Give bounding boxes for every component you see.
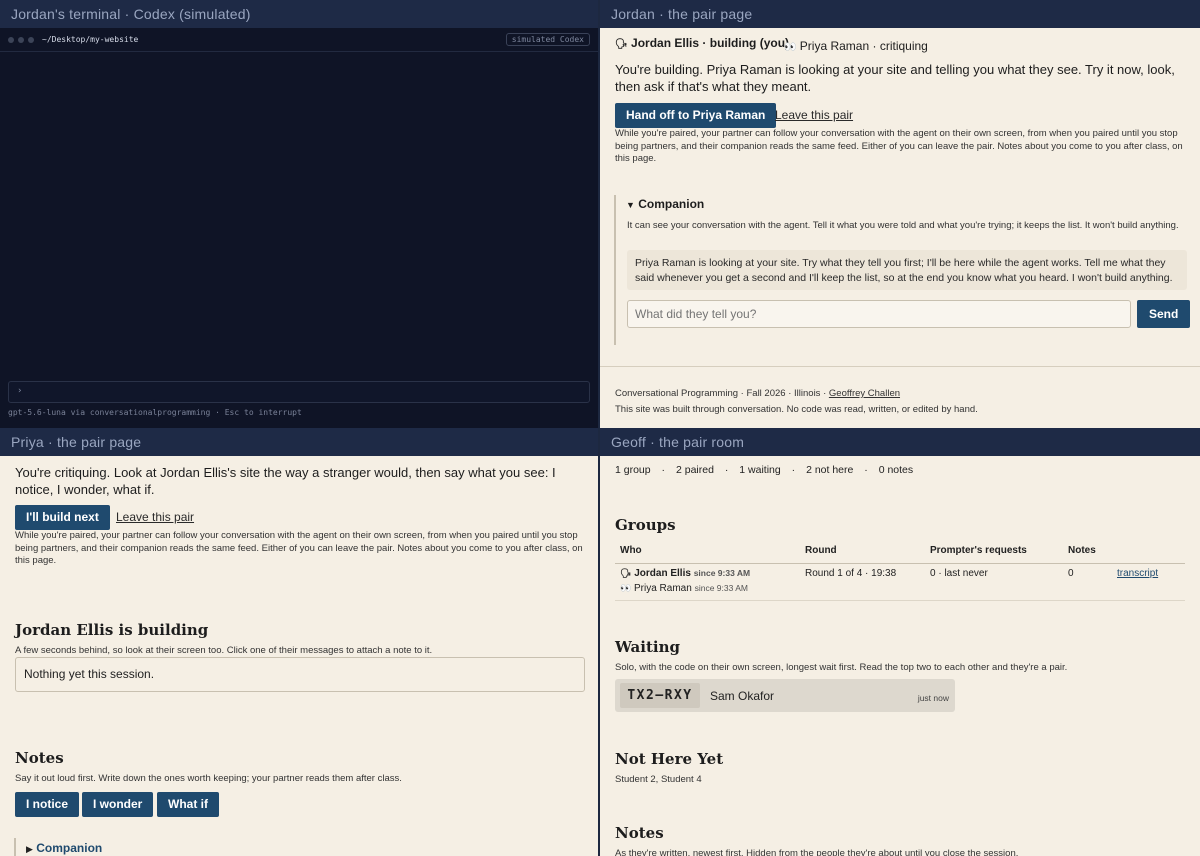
room-stats: 1 group · 2 paired · 1 waiting · 2 not h…: [615, 464, 914, 476]
stat-not-here: 2 not here: [806, 464, 854, 476]
window-dot-icon: [8, 36, 14, 43]
notes-desc: Say it out loud first. Write down the on…: [15, 773, 402, 784]
waiting-desc: Solo, with the code on their own screen,…: [615, 662, 1068, 673]
notes-cell: 0: [1068, 568, 1074, 579]
intro-text: You're building. Priya Raman is looking …: [615, 62, 1175, 94]
pair-note: While you're paired, your partner can fo…: [615, 128, 1183, 164]
waiting-heading: Waiting: [615, 638, 680, 656]
i-notice-button[interactable]: I notice: [15, 792, 80, 817]
transcript-link[interactable]: transcript: [1117, 568, 1158, 579]
companion-panel: ▼ Companion It can see your conversation…: [614, 195, 1191, 345]
groups-heading: Groups: [615, 516, 676, 534]
col-round: Round: [805, 545, 837, 556]
building-heading: Jordan Ellis is building: [15, 621, 209, 639]
geoff-pane: Geoff · the pair room 1 group · 2 paired…: [600, 428, 1200, 856]
companion-toggle[interactable]: ▶ Companion: [26, 841, 102, 855]
triangle-down-icon: ▼: [626, 200, 635, 210]
companion-desc: It can see your conversation with the ag…: [627, 220, 1179, 231]
col-notes: Notes: [1068, 545, 1096, 556]
not-here-heading: Not Here Yet: [615, 750, 724, 768]
col-requests: Prompter's requests: [930, 545, 1027, 556]
not-here-list: Student 2, Student 4: [615, 774, 702, 785]
companion-rule: [14, 838, 16, 856]
eyes-icon: 👀: [620, 583, 632, 593]
leave-pair-link[interactable]: Leave this pair: [116, 510, 194, 524]
companion-input[interactable]: [627, 300, 1131, 328]
round-cell: Round 1 of 4 · 19:38: [805, 568, 897, 579]
geoff-pane-title: Geoff · the pair room: [600, 428, 1200, 456]
simulated-badge: simulated Codex: [505, 33, 590, 46]
jordan-pane-title: Jordan · the pair page: [600, 0, 1200, 28]
leave-pair-link[interactable]: Leave this pair: [775, 108, 853, 122]
companion-message: Priya Raman is looking at your site. Try…: [627, 250, 1187, 290]
window-dot-icon: [28, 36, 34, 43]
partner-role: 👀 Priya Raman · critiquing: [784, 39, 928, 53]
waiting-time: just now: [917, 693, 949, 703]
building-desc: A few seconds behind, so look at their s…: [15, 645, 433, 656]
terminal-status: gpt-5.6-luna via conversationalprogrammi…: [8, 408, 302, 417]
waiting-card[interactable]: TX2–RXY Sam Okafor just now: [615, 679, 955, 712]
footer-divider: [600, 366, 1200, 367]
stat-paired: 2 paired: [675, 464, 714, 476]
window-dot-icon: [18, 36, 24, 43]
partner-feed[interactable]: Nothing yet this session.: [15, 657, 585, 692]
stat-notes: 0 notes: [878, 464, 914, 476]
terminal-pane-title: Jordan's terminal · Codex (simulated): [0, 0, 598, 28]
handoff-button[interactable]: Hand off to Priya Raman: [615, 103, 777, 128]
terminal-pane: Jordan's terminal · Codex (simulated) ~/…: [0, 0, 598, 428]
terminal-toolbar: ~/Desktop/my-website simulated Codex: [0, 28, 598, 52]
self-role: 🗣 Jordan Ellis · building (you): [615, 36, 790, 50]
footer-credits: Conversational Programming · Fall 2026 ·…: [615, 388, 901, 399]
member-name: Priya Raman: [634, 583, 692, 594]
priya-pane-title: Priya · the pair page: [0, 428, 598, 456]
notes-heading: Notes: [15, 749, 64, 767]
speaking-head-icon: 🗣: [620, 568, 632, 578]
send-button[interactable]: Send: [1137, 300, 1191, 328]
col-who: Who: [620, 545, 642, 556]
speaking-head-icon: 🗣: [615, 39, 628, 50]
intro-text: You're critiquing. Look at Jordan Ellis'…: [15, 465, 556, 497]
stat-waiting: 1 waiting: [739, 464, 781, 476]
jordan-pane: Jordan · the pair page 🗣 Jordan Ellis · …: [600, 0, 1200, 428]
author-link[interactable]: Geoffrey Challen: [829, 388, 900, 399]
terminal-path: ~/Desktop/my-website: [42, 35, 139, 44]
footer-note: This site was built through conversation…: [615, 404, 978, 415]
companion-toggle[interactable]: ▼ Companion: [626, 197, 704, 211]
prompt-icon: ›: [17, 386, 23, 396]
notes-desc: As they're written, newest first. Hidden…: [615, 848, 1019, 856]
what-if-button[interactable]: What if: [157, 792, 219, 817]
stat-groups: 1 group: [615, 464, 651, 476]
requests-cell: 0 · last never: [930, 568, 988, 579]
i-wonder-button[interactable]: I wonder: [82, 792, 154, 817]
priya-pane: Priya · the pair page You're critiquing.…: [0, 428, 598, 856]
notes-heading: Notes: [615, 824, 664, 842]
waiting-student: Sam Okafor: [710, 689, 775, 703]
pair-code: TX2–RXY: [620, 683, 700, 708]
eyes-icon: 👀: [784, 42, 797, 53]
member-name: Jordan Ellis: [634, 568, 691, 579]
pair-note: While you're paired, your partner can fo…: [15, 530, 583, 566]
terminal-input[interactable]: ›: [8, 381, 590, 403]
build-next-button[interactable]: I'll build next: [15, 505, 110, 530]
triangle-right-icon: ▶: [26, 844, 33, 854]
